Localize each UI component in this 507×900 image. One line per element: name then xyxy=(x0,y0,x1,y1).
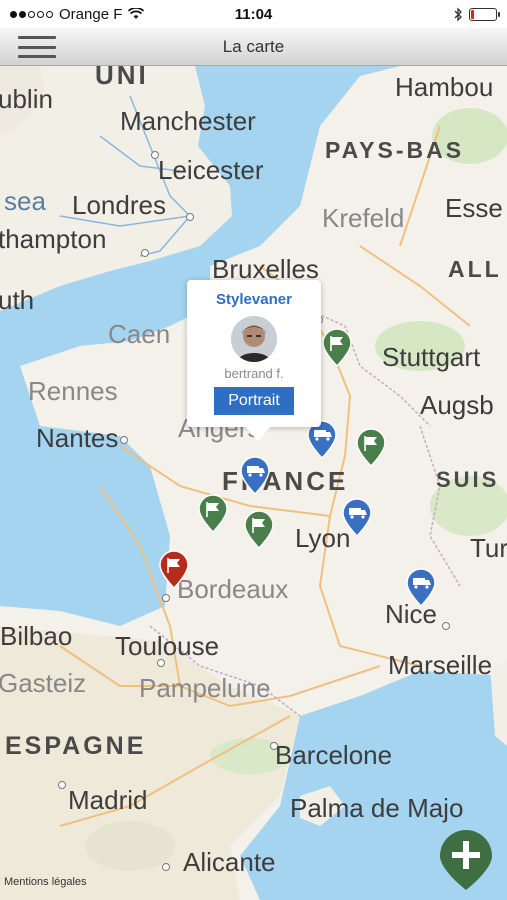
city-dot xyxy=(151,151,159,159)
status-time: 11:04 xyxy=(234,5,273,23)
map-label-city: Palma de Majo xyxy=(290,793,464,823)
map-label-city: Hambou xyxy=(395,72,494,102)
signal-icon xyxy=(10,10,53,18)
map-label-city: Stuttgart xyxy=(382,342,481,372)
add-button[interactable] xyxy=(438,830,494,890)
city-dot xyxy=(120,436,128,444)
legal-link[interactable]: Mentions légales xyxy=(4,876,87,888)
map-label-country: ESPAGNE xyxy=(5,732,147,760)
map-label-city: Madrid xyxy=(68,785,148,815)
city-dot xyxy=(141,249,149,257)
flag-marker[interactable] xyxy=(319,328,355,368)
status-bar: Orange F 11:04 xyxy=(0,0,507,28)
map-label-city: Caen xyxy=(108,319,171,349)
page-title: La carte xyxy=(222,36,285,56)
map-label-city: ublin xyxy=(0,84,53,114)
city-dot xyxy=(162,863,170,871)
van-marker[interactable] xyxy=(339,498,375,538)
wifi-icon xyxy=(128,8,145,19)
map-label-city: Pampelune xyxy=(139,673,271,703)
status-right xyxy=(454,6,500,22)
popup-title: Stylevaner xyxy=(216,291,292,308)
carrier-name: Orange F xyxy=(59,5,123,23)
map-label-city: Nantes xyxy=(36,423,119,453)
status-left: Orange F xyxy=(10,5,145,23)
map-label-city: uth xyxy=(0,285,35,315)
map-label-city: Marseille xyxy=(388,650,493,680)
bluetooth-icon xyxy=(454,6,462,22)
map-label-city: Toulouse xyxy=(115,631,220,661)
map-label-city: thampton xyxy=(0,224,107,254)
hamburger-icon[interactable] xyxy=(18,33,56,61)
map-label-city: Gasteiz xyxy=(0,668,87,698)
map-label-country: UNI xyxy=(95,66,149,90)
map-label-city: Manchester xyxy=(120,106,256,136)
map-label-country: ALL xyxy=(448,256,502,282)
map-label-city: Londres xyxy=(72,190,166,220)
map-label-city: Augsb xyxy=(420,390,494,420)
city-dot xyxy=(58,781,66,789)
user-popup[interactable]: Stylevaner bertrand f. Portrait xyxy=(187,280,321,441)
city-dot xyxy=(186,213,194,221)
city-dot xyxy=(157,659,165,667)
flag-marker[interactable] xyxy=(156,550,192,590)
flag-marker[interactable] xyxy=(195,494,231,534)
map[interactable]: UNI PAYS-BAS ALL FRANCE SUIS ESPAGNE ubl… xyxy=(0,66,507,900)
map-label-city: sea xyxy=(4,186,46,216)
map-label-city: Bordeaux xyxy=(177,574,289,604)
map-label-country: PAYS-BAS xyxy=(325,137,465,163)
flag-marker[interactable] xyxy=(353,428,389,468)
map-label-city: Bilbao xyxy=(0,621,73,651)
city-dot xyxy=(270,742,278,750)
map-label-city: Barcelone xyxy=(275,740,393,770)
map-label-city: Rennes xyxy=(28,376,118,406)
map-label-city: Alicante xyxy=(183,847,276,877)
portrait-button[interactable]: Portrait xyxy=(214,387,294,415)
map-label-city: Tur xyxy=(470,533,507,563)
battery-icon xyxy=(469,7,500,21)
map-label-country: SUIS xyxy=(436,467,500,492)
map-label-city: Leicester xyxy=(158,155,264,185)
flag-marker[interactable] xyxy=(241,510,277,550)
van-marker[interactable] xyxy=(237,456,273,496)
avatar xyxy=(231,316,277,362)
map-label-city: Esse xyxy=(445,193,503,223)
popup-user-name: bertrand f. xyxy=(224,366,284,381)
map-label-city: Krefeld xyxy=(322,203,405,233)
nav-bar: La carte xyxy=(0,28,507,66)
plus-icon xyxy=(440,830,492,890)
van-marker[interactable] xyxy=(403,568,439,608)
city-dot xyxy=(442,622,450,630)
city-dot xyxy=(162,594,170,602)
